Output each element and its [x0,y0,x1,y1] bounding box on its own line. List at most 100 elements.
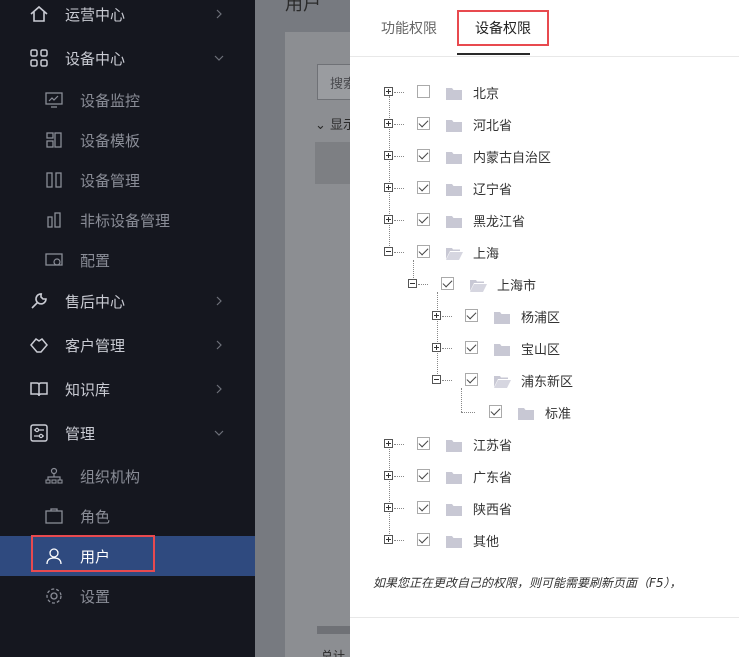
nav-label: 知识库 [65,380,111,399]
tree-connector [442,348,452,349]
nav-customers[interactable]: 客户管理 [0,323,255,367]
folder-icon [446,213,462,228]
expand-toggle[interactable] [432,343,441,352]
sidebar: 运营中心 设备中心 设备监控 设备模板 设备管理 非标设备管理 配置 售后中心 … [0,0,255,657]
tree-node-label[interactable]: 上海 [473,243,499,262]
permission-drawer: 功能权限 设备权限 北京河北省内蒙古自治区 辽宁省黑龙江省上海上海市杨浦区宝山区浦… [350,0,739,657]
sub-settings[interactable]: 设置 [0,576,255,616]
tree-node-label[interactable]: 辽宁省 [473,179,512,198]
expand-toggle[interactable] [384,503,393,512]
node-checkbox [417,437,430,450]
refresh-note: 如果您正在更改自己的权限，则可能需要刷新页面（F5）， [373,576,682,590]
tree-node-label[interactable]: 河北省 [473,115,512,134]
tree-node-label[interactable]: 浦东新区 [521,371,573,390]
expand-toggle[interactable] [384,151,393,160]
chevron-right-icon [212,338,226,352]
sub-config[interactable]: 配置 [0,240,255,280]
tree-node-label[interactable]: 上海市 [497,275,536,294]
sub-label: 配置 [80,251,111,270]
main-content-overlay: 用户 搜索 ⌄ 显示 总计 [255,0,350,657]
tree-node-label[interactable]: 江苏省 [473,435,512,454]
sub-device-monitor[interactable]: 设备监控 [0,80,255,120]
grid-icon [28,47,50,69]
tree-node-label[interactable]: 北京 [473,83,499,102]
tree-connector [394,252,404,253]
tree-node-label[interactable]: 广东省 [473,467,512,486]
sub-nonstandard-device[interactable]: 非标设备管理 [0,200,255,240]
active-tab-indicator [457,53,530,55]
folder-icon [446,437,462,452]
expand-toggle[interactable] [432,311,441,320]
collapse-toggle[interactable] [408,279,417,288]
tree-guide-line [389,440,390,540]
folder-icon [446,85,462,100]
collapse-toggle[interactable] [384,247,393,256]
tab-bar: 功能权限 设备权限 [350,0,739,57]
expand-toggle[interactable] [384,87,393,96]
tree-connector [394,476,404,477]
total-label: 总计 [321,649,346,657]
highlight-box-user [31,535,155,572]
node-checkbox [441,277,454,290]
sub-label: 设备管理 [80,171,141,190]
sub-device-manage[interactable]: 设备管理 [0,160,255,200]
folder-icon [446,149,462,164]
tree-connector [418,284,428,285]
tab-device-permission[interactable]: 设备权限 [457,10,549,46]
expand-toggle[interactable] [384,119,393,128]
horizontal-scrollbar[interactable] [317,626,350,634]
nav-device-center[interactable]: 设备中心 [0,36,255,80]
folder-icon [446,181,462,196]
folder-icon [494,309,510,324]
tree-node-label[interactable]: 杨浦区 [521,307,560,326]
search-input[interactable]: 搜索 [317,64,350,100]
folder-open-icon [446,245,463,260]
nav-operations[interactable]: 运营中心 [0,0,255,36]
node-checkbox [417,213,430,226]
expand-toggle[interactable] [384,471,393,480]
node-checkbox [417,117,430,130]
tree-node-label[interactable]: 标准 [545,403,571,422]
node-checkbox [417,181,430,194]
expand-toggle[interactable] [384,439,393,448]
sub-label: 设备监控 [80,91,141,110]
expand-toggle[interactable] [384,183,393,192]
tree-node-label[interactable]: 陕西省 [473,499,512,518]
book-icon [28,378,50,400]
node-checkbox [417,469,430,482]
nav-manage[interactable]: 管理 [0,411,255,455]
tree-connector [394,156,404,157]
sub-label: 非标设备管理 [80,211,171,230]
nav-label: 管理 [65,424,96,443]
expand-toggle[interactable] [384,535,393,544]
role-icon [44,506,64,526]
nav-label: 客户管理 [65,336,126,355]
folder-icon [446,533,462,548]
tree-guide-line [461,388,462,412]
node-checkbox[interactable] [417,85,430,98]
tree-connector [394,220,404,221]
chevron-right-icon [212,382,226,396]
tree-connector [442,316,452,317]
nav-knowledge[interactable]: 知识库 [0,367,255,411]
folder-icon [494,341,510,356]
sub-device-template[interactable]: 设备模板 [0,120,255,160]
node-checkbox [417,501,430,514]
tree-node-label[interactable]: 其他 [473,531,499,550]
home-icon [28,3,50,25]
tree-node-label[interactable]: 黑龙江省 [473,211,525,230]
nav-label: 运营中心 [65,5,126,24]
node-checkbox [465,341,478,354]
expand-toggle[interactable] [384,215,393,224]
show-toggle[interactable]: ⌄ 显示 [315,114,350,133]
sub-organization[interactable]: 组织机构 [0,456,255,496]
node-checkbox [417,245,430,258]
sub-role[interactable]: 角色 [0,496,255,536]
sub-label: 角色 [80,507,111,526]
tree-node-label[interactable]: 内蒙古自治区 [473,147,551,166]
collapse-toggle[interactable] [432,375,441,384]
nav-after-sales[interactable]: 售后中心 [0,279,255,323]
tree-connector [394,540,404,541]
tab-function-permission[interactable]: 功能权限 [364,10,454,46]
tree-node-label[interactable]: 宝山区 [521,339,560,358]
